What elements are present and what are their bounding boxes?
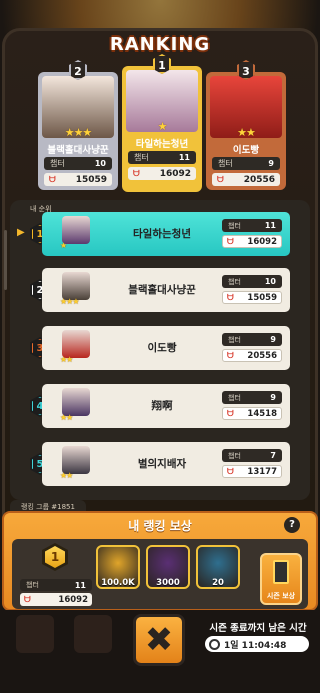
podium-power: ᗨ 16092: [128, 167, 196, 180]
player-avatar: [62, 272, 90, 300]
ranking-row[interactable]: ★★ 이도빵 챕터 9 ᗨ 20556: [42, 326, 290, 370]
my-level-label: 챕터: [26, 581, 39, 589]
player-level: 챕터 7: [222, 449, 282, 462]
season-reward-icon: [273, 560, 289, 584]
page-title: RANKING: [109, 34, 211, 55]
help-button[interactable]: ?: [284, 517, 300, 533]
reward-count: 20: [212, 578, 224, 588]
gem-reward[interactable]: 3000: [146, 545, 190, 589]
ranking-row[interactable]: ★★ 翔啊 챕터 9 ᗨ 14518: [42, 384, 290, 428]
player-stars: ★★: [60, 355, 73, 364]
podium-power: ᗨ 15059: [44, 173, 112, 186]
player-level: 챕터 10: [222, 275, 282, 288]
podium-stars: ★★★: [64, 126, 93, 139]
player-power: ᗨ 16092: [222, 235, 282, 248]
season-timer: 1일 11:04:48: [205, 636, 309, 652]
clock-icon: [209, 638, 220, 650]
player-level: 챕터 9: [222, 333, 282, 346]
player-power: ᗨ 14518: [222, 407, 282, 420]
player-name: 이도빵: [147, 342, 177, 354]
podium-level: 챕터 9: [212, 157, 280, 170]
season-remaining-label: 시즌 종료까지 남은 시간: [209, 623, 307, 634]
player-stars: ★★: [60, 413, 73, 422]
power-icon: ᗨ: [217, 174, 224, 184]
ranking-row[interactable]: ★★ 별의지배자 챕터 7 ᗨ 13177: [42, 442, 290, 486]
menu-icon-1[interactable]: [16, 615, 54, 653]
reward-panel: 내 랭킹 보상 ? 1 챕터 11 ᗨ 16092 100.0K 3000 20 시…: [2, 511, 318, 611]
player-name: 翔啊: [151, 400, 173, 412]
power-icon: ᗨ: [227, 292, 234, 302]
power-icon: ᗨ: [227, 466, 234, 476]
podium-name: 타일하는청년: [135, 139, 189, 150]
power-icon: ᗨ: [227, 236, 234, 246]
player-stars: ★: [60, 241, 67, 250]
player-power: ᗨ 20556: [222, 349, 282, 362]
player-avatar: [62, 388, 90, 416]
player-avatar: [62, 216, 90, 244]
power-icon: ᗨ: [227, 408, 234, 418]
my-rank-badge: 1: [42, 543, 68, 571]
reward-inner: 1 챕터 11 ᗨ 16092 100.0K 3000 20 시즌 보상: [12, 539, 308, 609]
my-level-box: 챕터 11: [20, 579, 92, 591]
podium-stars: ★: [157, 120, 168, 133]
podium-card-2[interactable]: 2 ★★★ 블랙홀대사냥꾼 챕터 10 ᗨ 15059: [38, 60, 118, 190]
my-rank-number: 1: [45, 546, 65, 568]
podium-level: 챕터 11: [128, 151, 196, 164]
player-name: 타일하는청년: [133, 228, 191, 240]
player-level: 챕터 9: [222, 391, 282, 404]
power-icon: ᗨ: [227, 350, 234, 360]
reward-count: 100.0K: [101, 578, 135, 588]
mystery-box-reward[interactable]: 20: [196, 545, 240, 589]
my-power-value: 16092: [58, 594, 88, 605]
menu-icon-2[interactable]: [74, 615, 112, 653]
scrollbar[interactable]: [4, 230, 7, 290]
season-timer-value: 1일 11:04:48: [224, 640, 287, 651]
my-level-value: 11: [74, 580, 86, 590]
close-button[interactable]: ✖: [133, 614, 185, 666]
podium-name: 이도빵: [232, 145, 260, 156]
podium-level: 챕터 10: [44, 157, 112, 170]
power-icon: ᗨ: [49, 174, 56, 184]
reward-title: 내 랭킹 보상: [128, 519, 192, 533]
season-reward-button[interactable]: 시즌 보상: [260, 553, 302, 605]
podium-stars: ★★: [237, 126, 256, 139]
ranking-row[interactable]: ★★★ 블랙홀대사냥꾼 챕터 10 ᗨ 15059: [42, 268, 290, 312]
podium-name: 블랙홀대사냥꾼: [47, 145, 109, 156]
player-power: ᗨ 15059: [222, 291, 282, 304]
my-power-box: ᗨ 16092: [20, 593, 92, 606]
player-name: 별의지배자: [137, 458, 187, 470]
player-stars: ★★★: [60, 297, 79, 306]
player-level: 챕터 11: [222, 219, 282, 232]
podium-power: ᗨ 20556: [212, 173, 280, 186]
podium-card-3[interactable]: 3 ★★ 이도빵 챕터 9 ᗨ 20556: [206, 60, 286, 190]
podium-card-1[interactable]: 1 ★ 타일하는청년 챕터 11 ᗨ 16092: [122, 54, 202, 192]
player-power: ᗨ 13177: [222, 465, 282, 478]
player-name: 블랙홀대사냥꾼: [128, 284, 196, 296]
player-stars: ★★: [60, 471, 73, 480]
reward-count: 3000: [156, 578, 180, 588]
player-avatar: [62, 446, 90, 474]
power-icon: ᗨ: [24, 594, 31, 604]
ranking-row[interactable]: ★ 타일하는청년 챕터 11 ᗨ 16092: [42, 212, 290, 256]
gold-coin-reward[interactable]: 100.0K: [96, 545, 140, 589]
my-rank-arrow-icon: ▶: [17, 227, 25, 238]
season-reward-label: 시즌 보상: [266, 592, 296, 600]
player-avatar: [62, 330, 90, 358]
power-icon: ᗨ: [133, 168, 140, 178]
